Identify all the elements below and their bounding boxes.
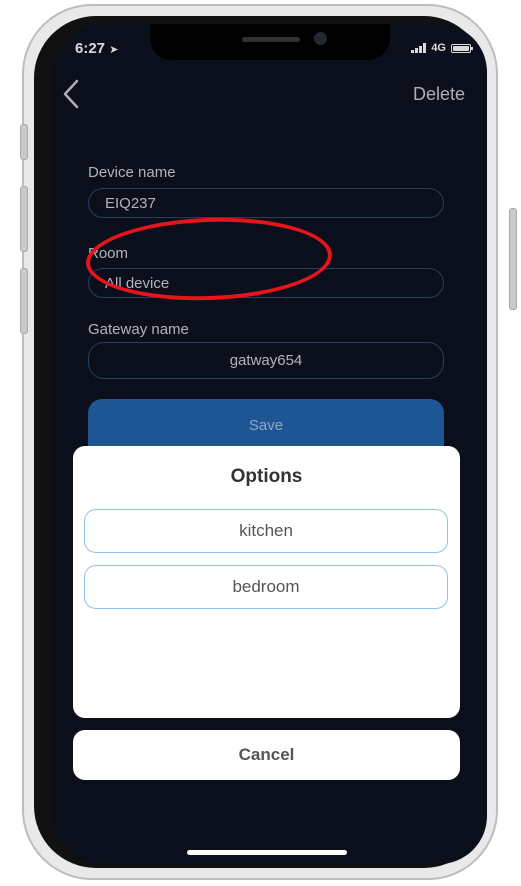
- option-label: bedroom: [232, 577, 300, 596]
- option-label: kitchen: [239, 521, 293, 540]
- power-button: [509, 208, 517, 310]
- mute-switch: [20, 124, 28, 160]
- volume-down-button: [20, 268, 28, 334]
- cancel-button-label: Cancel: [238, 745, 295, 764]
- home-indicator[interactable]: [187, 850, 347, 855]
- option-kitchen[interactable]: kitchen: [84, 509, 448, 553]
- options-title: Options: [230, 466, 303, 487]
- cancel-button[interactable]: Cancel: [73, 730, 460, 780]
- app-screen: 6:27 ➤ 4G Delete Device name EIQ237 Room…: [53, 24, 487, 864]
- option-bedroom[interactable]: bedroom: [84, 565, 448, 609]
- options-sheet: Options kitchen bedroom: [73, 446, 460, 718]
- volume-up-button: [20, 186, 28, 252]
